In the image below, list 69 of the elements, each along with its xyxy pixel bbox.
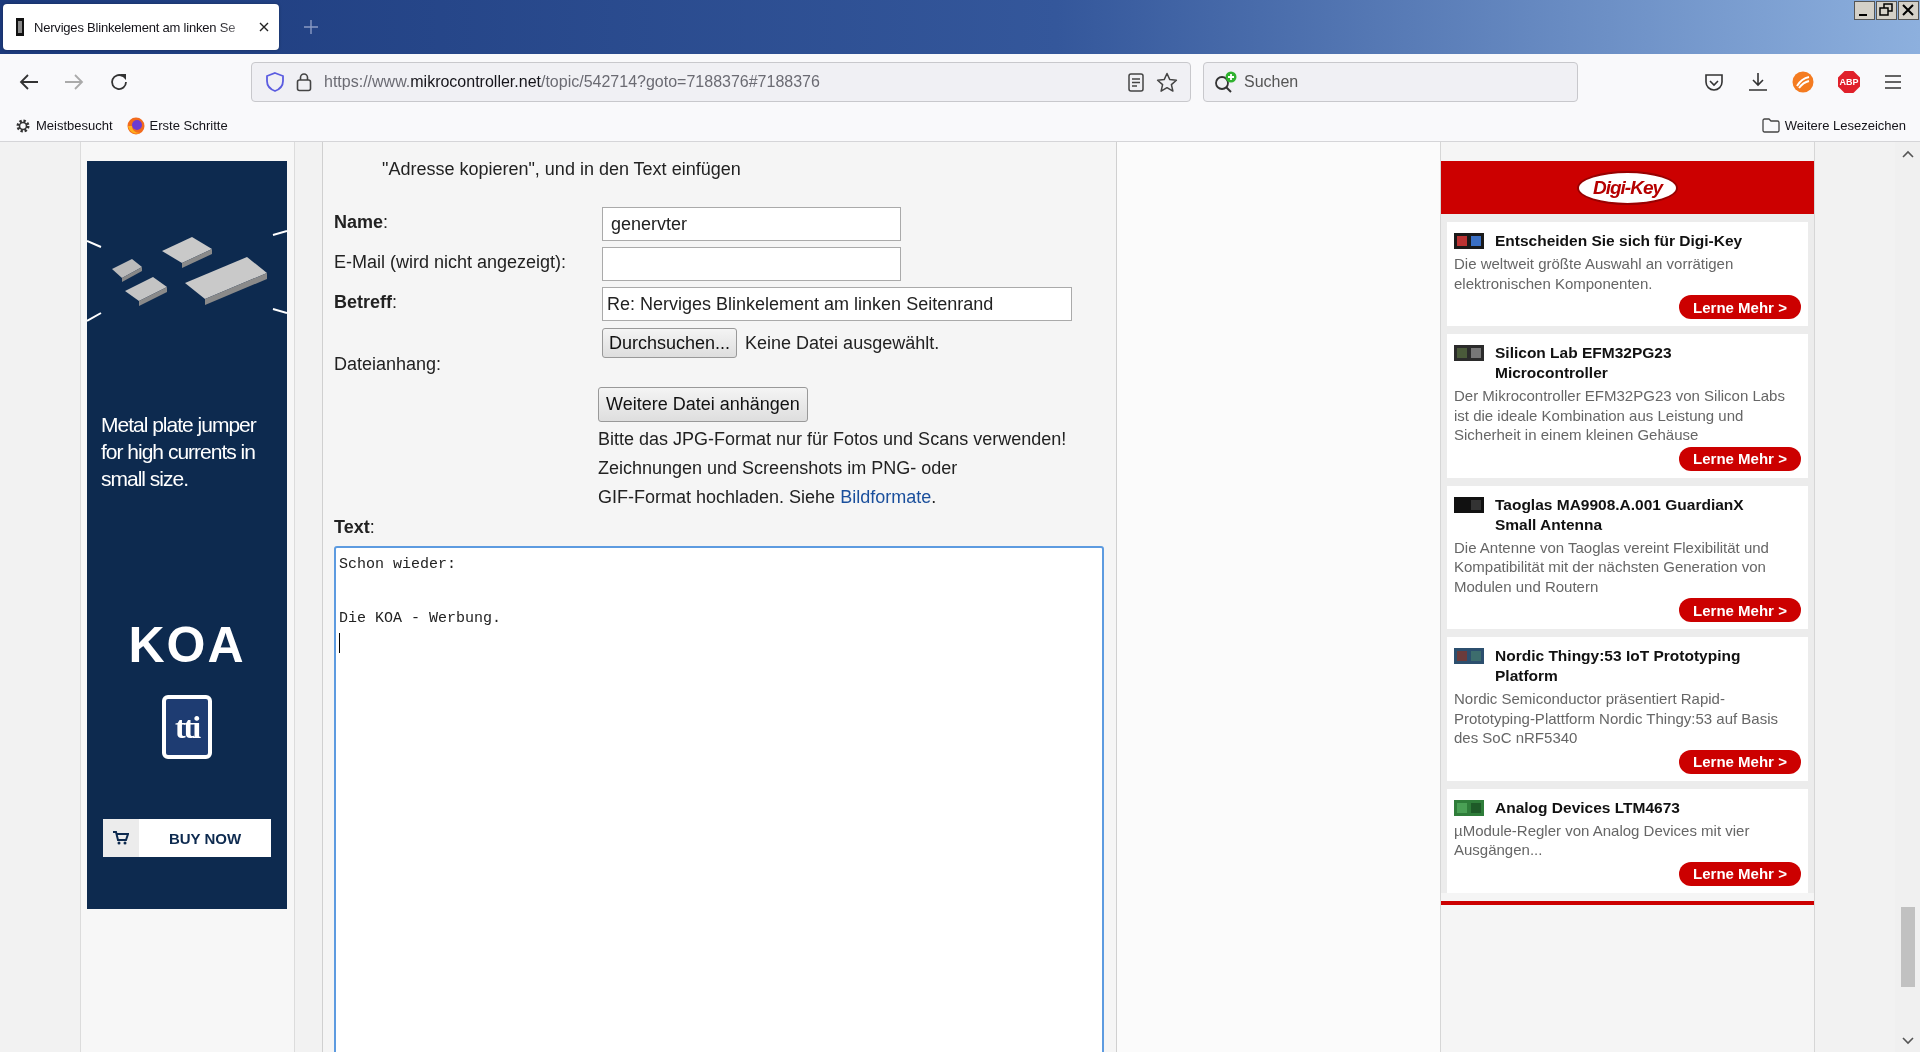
shield-icon[interactable] bbox=[266, 72, 284, 92]
minimize-icon[interactable] bbox=[1854, 1, 1875, 20]
back-arrow-icon[interactable] bbox=[19, 73, 39, 91]
field-label: Betreff: bbox=[334, 291, 399, 313]
learn-more-button[interactable]: Lerne Mehr > bbox=[1679, 861, 1801, 886]
partner-logo: tti bbox=[162, 695, 212, 759]
search-field[interactable]: Suchen bbox=[1203, 62, 1578, 102]
plus-icon[interactable] bbox=[304, 20, 318, 34]
ad-title[interactable]: Taoglas MA9908.A.001 GuardianX Small Antenna bbox=[1495, 494, 1801, 535]
field-label: Dateianhang: bbox=[334, 353, 443, 375]
ad-description: Der Mikrocontroller EFM32PG23 von Silicon Labs ist die ideale Kombination aus Leistung und Sicherheit in einem kleinen Gehäuse bbox=[1454, 386, 1786, 445]
address-bar[interactable]: https://www.mikrocontroller.net/topic/542714?goto=7188376#7188376 bbox=[251, 62, 1191, 102]
ad-title[interactable]: Silicon Lab EFM32PG23 Microcontroller bbox=[1495, 343, 1801, 383]
input-field[interactable]: genervter bbox=[602, 207, 901, 241]
input-field[interactable]: Re: Nerviges Blinkelement am linken Seitenrand bbox=[602, 287, 1072, 321]
ad-description: Die Antenne von Taoglas vereint Flexibilität und Kompatibilität mit der nächsten Generation von Modulen und Routern bbox=[1454, 537, 1770, 596]
upload-hint: Bitte das JPG-Format nur für Fotos und Scans verwenden! Zeichnungen und Screenshots im PNG- oder GIF-Format hochladen. Siehe Bildformate. bbox=[598, 428, 1068, 509]
input-field[interactable] bbox=[602, 247, 901, 281]
add-file-button[interactable]: Weitere Datei anhängen bbox=[598, 387, 808, 422]
scroll-down-icon[interactable] bbox=[1901, 1037, 1914, 1045]
ad-description: Nordic Semiconductor präsentiert Rapid-Prototyping-Plattform Nordic Thingy:53 auf Basis des SoC nRF5340 bbox=[1454, 689, 1780, 748]
formats-link[interactable]: Bildformate bbox=[840, 487, 932, 507]
ad-description: µModule-Regler von Analog Devices mit vier Ausgängen... bbox=[1454, 820, 1751, 860]
folder-icon bbox=[1761, 118, 1780, 133]
field-label: Name: bbox=[334, 211, 390, 233]
brand-logo: KOA bbox=[128, 620, 246, 670]
cart-icon bbox=[113, 831, 129, 845]
download-icon[interactable] bbox=[1748, 72, 1768, 92]
reload-icon[interactable] bbox=[109, 72, 129, 92]
ad-title[interactable]: Analog Devices LTM4673 bbox=[1495, 797, 1720, 818]
adblock-icon[interactable]: ABP bbox=[1838, 71, 1860, 93]
globe-icon bbox=[126, 116, 145, 135]
message-text-area[interactable]: Schon wieder: Die KOA - Werbung. bbox=[334, 546, 1104, 1052]
buy-now-button[interactable]: BUY NOW bbox=[103, 819, 271, 857]
text-cursor bbox=[339, 633, 340, 653]
learn-more-button[interactable]: Lerne Mehr > bbox=[1679, 295, 1801, 319]
close-icon[interactable] bbox=[259, 22, 269, 32]
learn-more-button[interactable]: Lerne Mehr > bbox=[1679, 749, 1801, 774]
star-icon[interactable] bbox=[1156, 71, 1178, 93]
bookmark-item[interactable]: Erste Schritte bbox=[126, 116, 228, 135]
learn-more-button[interactable]: Lerne Mehr > bbox=[1679, 598, 1801, 622]
url-text: https://www.mikrocontroller.net/topic/542714?goto=7188376#7188376 bbox=[324, 73, 820, 91]
learn-more-button[interactable]: Lerne Mehr > bbox=[1679, 446, 1801, 471]
ad-description: Die weltweit größte Auswahl an vorrätigen elektronischen Komponenten. bbox=[1454, 254, 1735, 293]
restore-icon[interactable] bbox=[1876, 1, 1897, 20]
search-icon bbox=[1214, 71, 1238, 93]
instruction-text: "Adresse kopieren", und in den Text einfügen bbox=[382, 158, 742, 181]
gear-icon bbox=[15, 117, 31, 134]
browse-button[interactable]: Durchsuchen... bbox=[602, 328, 738, 358]
bookmark-item[interactable]: Meistbesucht bbox=[15, 117, 113, 134]
ad-title[interactable]: Entscheiden Sie sich für Digi-Key bbox=[1495, 231, 1783, 251]
field-label: Text: bbox=[334, 517, 376, 538]
bookmark-folder[interactable]: Weitere Lesezeichen bbox=[1761, 118, 1906, 133]
ad-title[interactable]: Nordic Thingy:53 IoT Prototyping Platform bbox=[1495, 646, 1801, 686]
scroll-thumb[interactable] bbox=[1900, 907, 1915, 987]
close-icon[interactable] bbox=[1898, 1, 1919, 20]
ad-headline: Metal plate jumper for high currents in small size. bbox=[101, 412, 258, 492]
menu-icon[interactable] bbox=[1884, 74, 1902, 90]
ad-banner[interactable]: Metal plate jumper for high currents in small size. KOA tti BUY NOW bbox=[87, 161, 287, 909]
browser-tab[interactable]: Nerviges Blinkelement am linken Se bbox=[3, 4, 279, 50]
scroll-up-icon[interactable] bbox=[1901, 150, 1914, 158]
brand-logo: Digi-Key bbox=[1576, 170, 1679, 205]
file-status-text: Keine Datei ausgewählt. bbox=[745, 332, 940, 354]
field-label: E-Mail (wird nicht angezeigt): bbox=[334, 251, 568, 273]
chip-icon bbox=[15, 18, 25, 36]
extension-icon[interactable] bbox=[1792, 71, 1814, 93]
lock-icon[interactable] bbox=[296, 72, 312, 92]
reader-view-icon[interactable] bbox=[1128, 72, 1144, 92]
pocket-icon[interactable] bbox=[1704, 72, 1724, 92]
